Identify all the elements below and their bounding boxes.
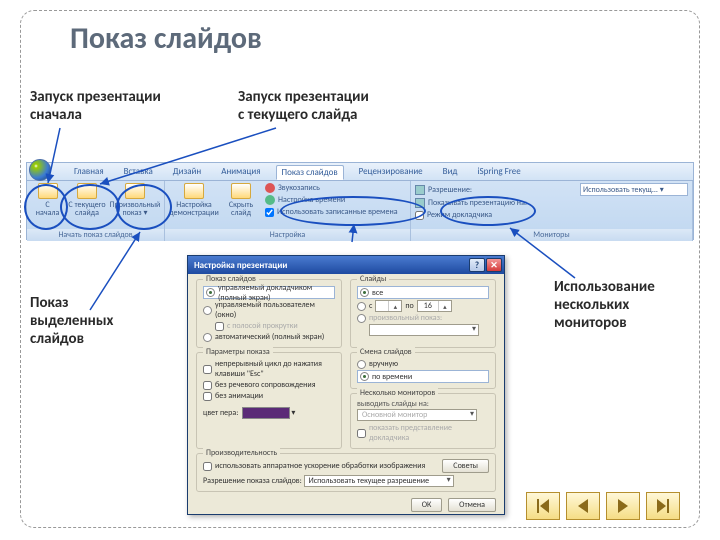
nav-first[interactable]	[526, 492, 560, 520]
group-title: Производительность	[203, 448, 280, 458]
group-slides: Слайды все с ▴ по 16▴ произвольный показ…	[350, 279, 496, 348]
radio-kiosk[interactable]: автоматический (полный экран)	[203, 332, 335, 342]
label-show-on: выводить слайды на:	[357, 399, 489, 409]
group-title: Параметры показа	[203, 347, 273, 357]
pen-color-picker[interactable]	[242, 407, 290, 419]
chk-no-narration[interactable]: без речевого сопровождения	[203, 380, 335, 390]
slide-title: Показ слайдов	[70, 20, 262, 57]
radio-speaker[interactable]: управляемый докладчиком (полный экран)	[203, 286, 335, 299]
label-pen-color: цвет пера:	[203, 408, 238, 418]
label-resolution: Разрешение показа слайдов:	[203, 476, 302, 486]
group-show-options: Параметры показа непрерывный цикл до наж…	[196, 352, 342, 449]
group-show-type: Показ слайдов управляемый докладчиком (п…	[196, 279, 342, 348]
group-title: Смена слайдов	[357, 347, 415, 357]
group-monitors: Несколько мониторов выводить слайды на: …	[350, 393, 496, 449]
group-title: Слайды	[357, 274, 389, 284]
group-label: Мониторы	[411, 229, 692, 241]
btn-tips[interactable]: Советы	[442, 459, 489, 473]
chk-loop[interactable]: непрерывный цикл до нажатия клавиши "Esc…	[203, 359, 335, 379]
tab-design[interactable]: Дизайн	[168, 165, 206, 178]
btn-ok[interactable]: ОК	[411, 498, 443, 512]
tab-insert[interactable]: Вставка	[119, 165, 158, 178]
highlight-oval	[280, 196, 426, 226]
highlight-oval	[116, 184, 172, 230]
tab-animation[interactable]: Анимация	[216, 165, 265, 178]
help-button[interactable]: ?	[469, 258, 485, 272]
btn-cancel[interactable]: Отмена	[448, 498, 496, 512]
group-title: Несколько мониторов	[357, 388, 438, 398]
callout-custom-show: Показ выделенных слайдов	[30, 294, 113, 348]
group-label: Начать показ слайдов	[27, 229, 164, 241]
chk-hardware-accel[interactable]: использовать аппаратное ускорение обрабо…	[203, 461, 425, 471]
radio-timings[interactable]: по времени	[357, 370, 489, 383]
radio-browsed-individual[interactable]: управляемый пользователем (окно)	[203, 300, 335, 320]
dialog-title: Настройка презентации	[194, 260, 287, 271]
radio-custom-show: произвольный показ:	[357, 313, 489, 323]
nav-prev[interactable]	[566, 492, 600, 520]
close-button[interactable]: ✕	[486, 258, 502, 272]
group-advance: Смена слайдов вручную по времени	[350, 352, 496, 389]
chk-scrollbar: с полосой прокрутки	[215, 321, 335, 331]
chk-record-narration[interactable]: Звукозапись	[265, 183, 398, 193]
callout-start-from-current: Запуск презентации с текущего слайда	[238, 88, 369, 124]
tab-home[interactable]: Главная	[69, 165, 109, 178]
chk-no-animation[interactable]: без анимации	[203, 391, 335, 401]
dialog-titlebar: Настройка презентации ? ✕	[188, 256, 504, 274]
ribbon-tabs: Главная Вставка Дизайн Анимация Показ сл…	[27, 163, 693, 181]
btn-hide-slide[interactable]: Скрыть слайд	[222, 183, 260, 218]
callout-start-from-beginning: Запуск презентации сначала	[30, 88, 161, 124]
setup-icon	[184, 183, 204, 199]
radio-slide-range[interactable]: с ▴ по 16▴	[357, 300, 489, 312]
setup-show-dialog: Настройка презентации ? ✕ Показ слайдов …	[187, 255, 505, 515]
office-orb-icon[interactable]	[29, 159, 51, 181]
highlight-oval	[60, 184, 120, 230]
sel-show-resolution[interactable]: Использовать текущее разрешение	[304, 475, 454, 487]
group-performance: Производительность использовать аппаратн…	[196, 453, 496, 492]
radio-manual[interactable]: вручную	[357, 359, 489, 369]
slide-nav	[526, 492, 680, 520]
sel-custom-show	[369, 324, 479, 336]
hide-icon	[231, 183, 251, 199]
group-title: Показ слайдов	[203, 274, 259, 284]
row-resolution: Разрешение: Использовать текущ... ▾	[415, 183, 688, 196]
tab-ispring[interactable]: iSpring Free	[472, 165, 525, 178]
tab-view[interactable]: Вид	[438, 165, 463, 178]
callout-multiple-monitors: Использование нескольких мониторов	[554, 278, 655, 332]
radio-all-slides[interactable]: все	[357, 286, 489, 299]
nav-next[interactable]	[606, 492, 640, 520]
group-label: Настройка	[165, 229, 410, 241]
sel-monitor: Основной монитор	[357, 409, 477, 421]
sel-resolution[interactable]: Использовать текущ... ▾	[580, 183, 688, 196]
chk-presenter-view: показать представление докладчика	[357, 423, 489, 443]
tab-review[interactable]: Рецензирование	[354, 165, 428, 178]
tab-slideshow[interactable]: Показ слайдов	[276, 165, 344, 180]
btn-setup-show[interactable]: Настройка демонстрации	[169, 183, 219, 218]
highlight-oval	[440, 196, 536, 226]
nav-last[interactable]	[646, 492, 680, 520]
